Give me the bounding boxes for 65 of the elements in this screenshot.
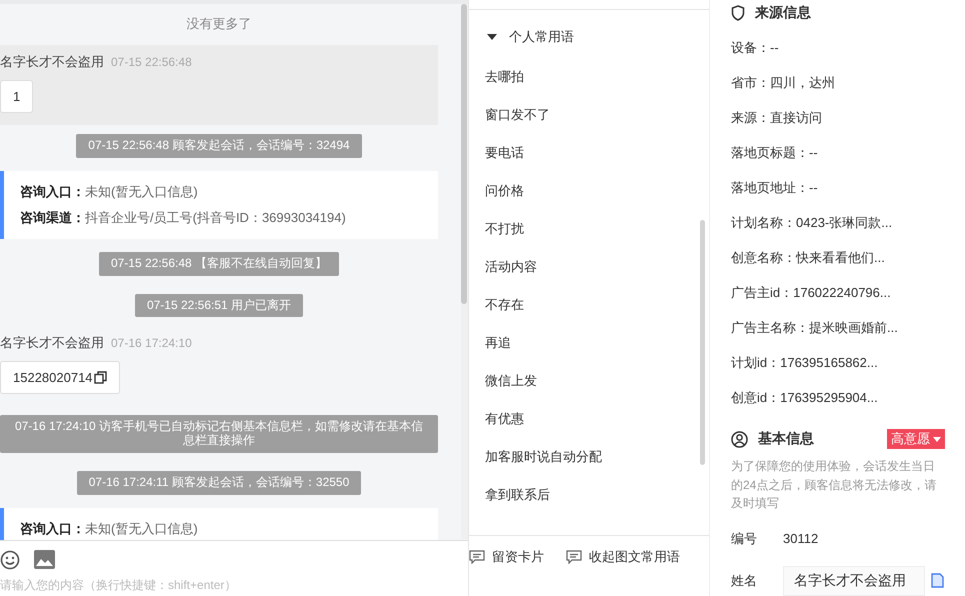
footer-button[interactable]: 收起图文常用语 <box>566 548 680 566</box>
footer-button[interactable]: 留资卡片 <box>469 548 544 566</box>
info-line: 计划名称：0423-张琳同款... <box>731 214 894 232</box>
phrase-item[interactable]: 加客服时说自动分配 <box>469 438 709 476</box>
info-line: 创意名称：快来看看他们... <box>731 249 886 267</box>
system-notice: 07-15 22:56:51 用户已离开 <box>134 294 304 318</box>
caret-icon[interactable] <box>487 34 497 40</box>
notice-text: 为了保障您的使用体验，会话发生当日的24点之后，顾客信息将无法修改，请及时填写 <box>731 458 938 512</box>
info-line: 创意id：176395295904... <box>731 389 879 407</box>
user-icon <box>731 430 748 448</box>
field-label: 编号 <box>731 530 758 548</box>
copy-icon[interactable] <box>94 371 107 384</box>
info-line: 落地页地址：-- <box>731 179 819 197</box>
phrase-item[interactable]: 不存在 <box>469 286 709 324</box>
phrase-item[interactable]: 再追 <box>469 324 709 362</box>
phrase-item[interactable]: 有优惠 <box>469 400 709 438</box>
group-title[interactable]: 个人常用语 <box>509 28 574 46</box>
field-value: 未知(暂无入口信息) <box>85 520 198 536</box>
field-label: 咨询入口： <box>20 184 85 199</box>
info-line: 广告主名称：提米映画婚前... <box>731 319 899 337</box>
phrase-item[interactable]: 窗口发不了 <box>469 96 709 134</box>
section-title: 来源信息 <box>755 4 811 22</box>
sender-name: 名字长才不会盗用 <box>0 334 104 352</box>
field-value: 30112 <box>783 531 818 546</box>
image-icon[interactable] <box>34 550 55 569</box>
phrase-item[interactable]: 微信上发 <box>469 362 709 400</box>
field-label: 咨询入口： <box>20 520 85 536</box>
message-text: 1 <box>13 89 20 104</box>
message-time: 07-15 22:56:48 <box>111 55 192 69</box>
phrase-item[interactable]: 不打扰 <box>469 210 709 248</box>
info-line: 落地页标题：-- <box>731 144 819 162</box>
shield-icon <box>731 5 745 21</box>
field-label: 咨询渠道： <box>20 210 85 225</box>
phrase-item[interactable]: 要电话 <box>469 134 709 172</box>
scrollbar-thumb[interactable] <box>700 220 705 465</box>
info-line: 计划id：176395165862... <box>731 354 879 372</box>
field-label: 姓名 <box>731 572 758 590</box>
intent-dropdown[interactable]: 高意愿 <box>887 429 945 449</box>
system-notice: 07-15 22:56:48 顾客发起会话，会话编号：32494 <box>76 134 362 158</box>
phrase-item[interactable]: 问价格 <box>469 172 709 210</box>
info-line: 设备：-- <box>731 39 780 57</box>
message-icon <box>566 550 582 564</box>
scrollbar-thumb[interactable] <box>461 4 467 304</box>
phrase-item[interactable]: 拿到联系后 <box>469 476 709 514</box>
message-input[interactable]: 请输入您的内容（换行快捷键：shift+enter） <box>0 574 468 596</box>
no-more-note: 没有更多了 <box>186 15 252 33</box>
field-value: 未知(暂无入口信息) <box>85 184 198 199</box>
system-notice: 07-16 17:24:11 顾客发起会话，会话编号：32550 <box>76 470 362 495</box>
sender-name: 名字长才不会盗用 <box>0 53 104 71</box>
phrase-item[interactable]: 活动内容 <box>469 248 709 286</box>
message-text: 15228020714 <box>13 370 93 386</box>
message-icon <box>469 550 485 564</box>
system-notice: 07-16 17:24:10 访客手机号已自动标记右侧基本信息栏，如需修改请在基本信息栏直接操作 <box>0 415 438 453</box>
info-line: 来源：直接访问 <box>731 109 823 127</box>
caret-icon <box>933 436 941 442</box>
document-icon[interactable] <box>931 573 944 588</box>
field-value: 抖音企业号/员工号(抖音号ID：36993034194) <box>85 210 346 225</box>
section-title: 基本信息 <box>758 430 814 448</box>
message-time: 07-16 17:24:10 <box>111 336 192 350</box>
info-line: 广告主id：176022240796... <box>731 284 892 302</box>
info-line: 省市：四川，达州 <box>731 74 836 92</box>
phrase-item[interactable]: 去哪拍 <box>469 58 709 96</box>
name-field[interactable]: 名字长才不会盗用 <box>783 566 925 596</box>
emoji-icon[interactable] <box>0 550 20 570</box>
system-notice: 07-15 22:56:48 【客服不在线自动回复】 <box>98 252 340 276</box>
